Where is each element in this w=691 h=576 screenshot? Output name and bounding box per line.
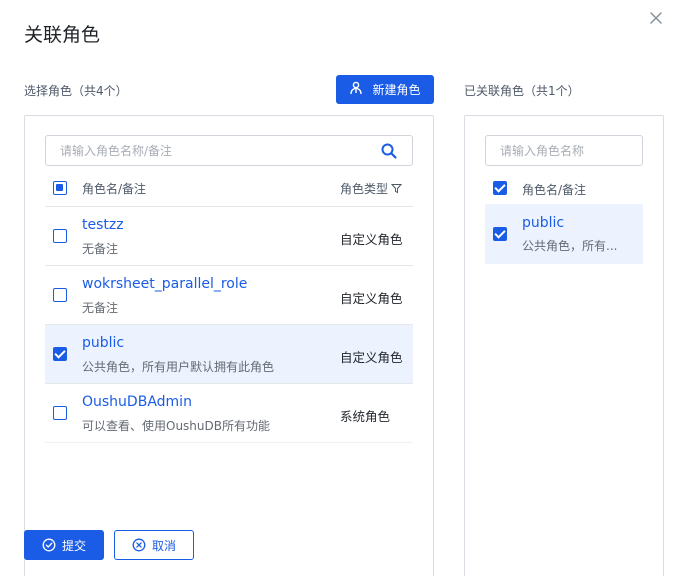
row-checkbox[interactable] xyxy=(53,229,67,243)
role-select-panel: 角色名/备注 角色类型 testzz 无备注 自定义角色 wokrsheet_p… xyxy=(24,115,434,576)
submit-label: 提交 xyxy=(61,538,86,553)
check-circle-icon xyxy=(42,538,56,552)
header-type-label: 角色类型 xyxy=(340,182,389,196)
associated-roles-panel: 角色名/备注 public 公共角色，所有... xyxy=(464,115,664,576)
role-desc: 公共角色，所有... xyxy=(522,239,618,253)
cancel-label: 取消 xyxy=(151,538,176,553)
right-section-label: 已关联角色（共1个） xyxy=(464,84,580,98)
role-search-input[interactable] xyxy=(46,143,380,158)
close-circle-icon xyxy=(132,538,146,552)
new-role-button[interactable]: 新建角色 xyxy=(336,75,434,104)
role-search-box xyxy=(45,135,413,166)
row-checkbox[interactable] xyxy=(493,227,507,241)
role-name[interactable]: public xyxy=(522,215,564,231)
role-type: 系统角色 xyxy=(340,409,391,424)
header-type: 角色类型 xyxy=(340,180,403,197)
role-type: 自定义角色 xyxy=(340,232,403,247)
associated-table-header: 角色名/备注 xyxy=(485,172,643,204)
role-type: 自定义角色 xyxy=(340,350,403,365)
header-name: 角色名/备注 xyxy=(82,182,147,196)
table-row[interactable]: testzz 无备注 自定义角色 xyxy=(45,207,413,266)
table-row[interactable]: public 公共角色，所有用户默认拥有此角色 自定义角色 xyxy=(45,325,413,384)
role-desc: 公共角色，所有用户默认拥有此角色 xyxy=(82,360,275,374)
role-name[interactable]: OushuDBAdmin xyxy=(82,394,192,410)
row-checkbox[interactable] xyxy=(53,406,67,420)
role-table-header: 角色名/备注 角色类型 xyxy=(45,167,413,207)
list-item[interactable]: public 公共角色，所有... xyxy=(485,204,643,264)
role-name[interactable]: testzz xyxy=(82,217,124,233)
submit-button[interactable]: 提交 xyxy=(24,530,104,560)
cancel-button[interactable]: 取消 xyxy=(114,530,194,560)
new-role-icon xyxy=(349,81,363,98)
select-all-checkbox[interactable] xyxy=(493,181,507,195)
associated-search-input[interactable] xyxy=(486,143,650,158)
left-section-label: 选择角色（共4个） xyxy=(24,84,128,98)
select-all-checkbox[interactable] xyxy=(53,181,67,195)
role-name[interactable]: public xyxy=(82,335,124,351)
header-name: 角色名/备注 xyxy=(522,183,587,197)
role-desc: 无备注 xyxy=(82,242,119,256)
role-desc: 无备注 xyxy=(82,301,119,315)
row-checkbox[interactable] xyxy=(53,347,67,361)
close-icon[interactable] xyxy=(646,8,666,28)
role-type: 自定义角色 xyxy=(340,291,403,306)
role-name[interactable]: wokrsheet_parallel_role xyxy=(82,276,247,292)
table-row[interactable]: OushuDBAdmin 可以查看、使用OushuDB所有功能 系统角色 xyxy=(45,384,413,443)
new-role-label: 新建角色 xyxy=(372,83,421,97)
search-icon[interactable] xyxy=(380,142,398,160)
row-checkbox[interactable] xyxy=(53,288,67,302)
filter-icon[interactable] xyxy=(391,183,403,194)
dialog-title: 关联角色 xyxy=(24,24,101,46)
table-row[interactable]: wokrsheet_parallel_role 无备注 自定义角色 xyxy=(45,266,413,325)
associated-search-box xyxy=(485,135,650,166)
role-desc: 可以查看、使用OushuDB所有功能 xyxy=(82,419,270,433)
